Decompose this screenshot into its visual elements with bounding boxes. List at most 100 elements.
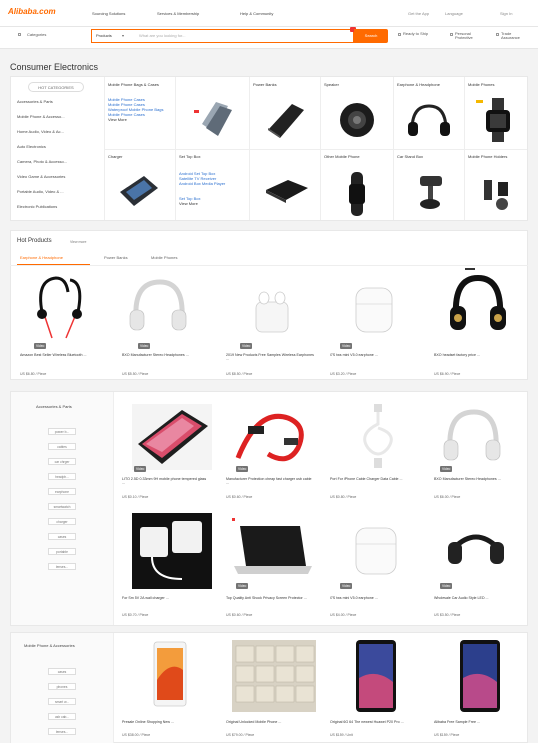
keyword-chip[interactable]: usb cab... bbox=[48, 713, 76, 720]
get-app-link[interactable]: Get the App bbox=[408, 11, 429, 16]
view-more-link[interactable]: View More bbox=[108, 117, 127, 123]
view-more-link[interactable]: View More bbox=[179, 201, 198, 207]
product-title[interactable]: Original 6G 64 The newest Huawei P20 Pro… bbox=[330, 720, 418, 724]
decorative-line bbox=[465, 268, 475, 270]
trade-assurance-checkbox[interactable] bbox=[496, 33, 499, 36]
tv-box-image bbox=[266, 180, 308, 203]
speaker-image bbox=[340, 103, 374, 137]
side-category-item[interactable]: Home Audio, Video & Ac... bbox=[17, 129, 64, 134]
product-title[interactable]: BXO headset factory price ... bbox=[434, 353, 522, 357]
alibaba-logo[interactable]: Alibaba.com bbox=[8, 7, 56, 16]
video-tag: Video bbox=[340, 343, 353, 349]
search-input[interactable]: What are you looking for... bbox=[139, 33, 185, 38]
cell-title-speaker[interactable]: Speaker bbox=[324, 82, 339, 87]
side-category-item[interactable]: Mobile Phone & Accesso... bbox=[17, 114, 65, 119]
language-link[interactable]: Language bbox=[445, 11, 463, 16]
tab-power-banks[interactable]: Power Banks bbox=[104, 255, 128, 260]
cell-title-mobile-phones[interactable]: Mobile Phones bbox=[468, 82, 494, 87]
product-title[interactable]: LITO 2.5D 0.33mm 9H mobile phone tempere… bbox=[122, 477, 210, 485]
tab-earphone[interactable]: Earphone & Headphone bbox=[20, 255, 63, 260]
side-category-item[interactable]: Electronic Publications bbox=[17, 204, 57, 209]
airpod-case-image bbox=[355, 527, 397, 575]
lightning-cable-image bbox=[363, 404, 393, 468]
keyword-chip[interactable]: smart w... bbox=[48, 698, 76, 705]
product-price: US $0.80 / Piece bbox=[330, 495, 357, 499]
product-title[interactable]: Amazon Best Seller Wireless Bluetooth ..… bbox=[20, 353, 108, 357]
keyword-chip[interactable]: lenses... bbox=[48, 728, 76, 735]
keyword-chip[interactable]: power b... bbox=[48, 428, 76, 435]
video-tag: Video bbox=[34, 343, 47, 349]
side-category-item[interactable]: Portable Audio, Video & ... bbox=[17, 189, 64, 194]
product-title[interactable]: 2019 New Products Free Samples Wireless … bbox=[226, 353, 314, 361]
cell-title-charger[interactable]: Charger bbox=[108, 154, 122, 159]
keyword-chip[interactable]: cases bbox=[48, 533, 76, 540]
search-type-select[interactable]: Products bbox=[96, 33, 112, 38]
phone-boxes-image bbox=[232, 640, 316, 712]
tab-mobile-phones[interactable]: Mobile Phones bbox=[151, 255, 177, 260]
phone-holder-image bbox=[484, 180, 508, 210]
product-title[interactable]: Original Unlocked Mobile Phone ... bbox=[226, 720, 314, 724]
ready-to-ship-label: Ready to Ship bbox=[403, 31, 429, 36]
product-title[interactable]: BXO Manufacturer Stereo Headphones ... bbox=[434, 477, 522, 481]
tws-earbuds-image bbox=[255, 291, 289, 333]
cell-title-phone-bags[interactable]: Mobile Phone Bags & Cases bbox=[108, 82, 159, 87]
product-title[interactable]: Alibaba Free Sample Free ... bbox=[434, 720, 522, 724]
cell-title-power-banks[interactable]: Power Banks bbox=[253, 82, 277, 87]
view-more-link[interactable]: View more bbox=[70, 240, 86, 244]
keyword-chip[interactable]: cables bbox=[48, 443, 76, 450]
side-category-item[interactable]: Auto Electronics bbox=[17, 144, 46, 149]
product-title[interactable]: Port For iPhone Cable Charger Data Cable… bbox=[330, 477, 418, 481]
product-title[interactable]: Top Quality Anti Shock Privacy Screen Pr… bbox=[226, 596, 314, 600]
fitness-band-image bbox=[349, 172, 365, 216]
cell-link[interactable]: Android Box Media Player bbox=[179, 182, 245, 187]
cell-title-phone-holders[interactable]: Mobile Phone Holders bbox=[468, 154, 510, 159]
keyword-chip[interactable]: headph... bbox=[48, 473, 76, 480]
search-button[interactable]: Search bbox=[354, 29, 388, 43]
section-title: Accessories & Parts bbox=[36, 404, 72, 409]
product-price: US $4.00 / Piece bbox=[330, 613, 357, 617]
product-price: US $159 / Unit bbox=[330, 733, 353, 737]
product-title[interactable]: Presale Online Shopping New ... bbox=[122, 720, 210, 724]
product-price: US $6.90 / Piece bbox=[434, 372, 461, 376]
hot-badge-icon bbox=[232, 518, 235, 521]
side-category-item[interactable]: Accessories & Parts bbox=[17, 99, 53, 104]
wall-charger-image bbox=[132, 513, 212, 589]
cell-title-other-mobile[interactable]: Other Mobile Phone bbox=[324, 154, 364, 159]
keyword-chip[interactable]: lenses... bbox=[48, 563, 76, 570]
nav-sourcing[interactable]: Sourcing Solutions bbox=[92, 11, 125, 16]
keyword-chip[interactable]: phones bbox=[48, 683, 76, 690]
keyword-chip[interactable]: earphone bbox=[48, 488, 76, 495]
keyword-chip[interactable]: smartwatch bbox=[48, 503, 76, 510]
cell-title-set-top-box[interactable]: Set Top Box bbox=[179, 154, 201, 159]
keyword-chip[interactable]: charger bbox=[48, 518, 76, 525]
nav-services[interactable]: Services & Membership bbox=[157, 11, 199, 16]
product-title[interactable]: Manufacturer Protection cheap fast charg… bbox=[226, 477, 314, 485]
video-tag: Video bbox=[240, 343, 253, 349]
product-title[interactable]: Wholesale Car Audio Style LED ... bbox=[434, 596, 522, 600]
power-bank-image bbox=[268, 104, 304, 138]
airpod-case-image bbox=[355, 287, 393, 333]
product-price: US $0.70 / Piece bbox=[122, 613, 149, 617]
category-title: Consumer Electronics bbox=[10, 62, 99, 72]
product-title[interactable]: i7S tws mini V5.0 earphone ... bbox=[330, 353, 418, 357]
keyword-chip[interactable]: portable bbox=[48, 548, 76, 555]
search-box[interactable] bbox=[91, 29, 354, 43]
cell-title-car-stand[interactable]: Car Stand Box bbox=[397, 154, 423, 159]
cell-title-earphone[interactable]: Earphone & Headphone bbox=[397, 82, 459, 87]
nav-help[interactable]: Help & Community bbox=[240, 11, 273, 16]
product-title[interactable]: i7S tws mini V5.0 earphone ... bbox=[330, 596, 418, 600]
categories-button[interactable]: Categories bbox=[27, 32, 46, 37]
side-category-item[interactable]: Video Game & Accessories bbox=[17, 174, 65, 179]
white-headphone-image bbox=[443, 409, 501, 461]
sign-in-link[interactable]: Sign In bbox=[500, 11, 512, 16]
ready-to-ship-checkbox[interactable] bbox=[398, 33, 401, 36]
ppe-checkbox[interactable] bbox=[450, 33, 453, 36]
chevron-down-icon bbox=[122, 35, 124, 37]
smartphone-image bbox=[153, 641, 187, 707]
product-title[interactable]: BXO Manufacturer Stereo Headphones ... bbox=[122, 353, 210, 357]
keyword-chip[interactable]: car chrger bbox=[48, 458, 76, 465]
hot-categories-button[interactable]: HOT CATEGORIES bbox=[28, 82, 84, 92]
keyword-chip[interactable]: cases bbox=[48, 668, 76, 675]
product-title[interactable]: For Sm 5V 2A wall charger ... bbox=[122, 596, 210, 600]
side-category-item[interactable]: Camera, Photo & Accesso... bbox=[17, 159, 67, 164]
